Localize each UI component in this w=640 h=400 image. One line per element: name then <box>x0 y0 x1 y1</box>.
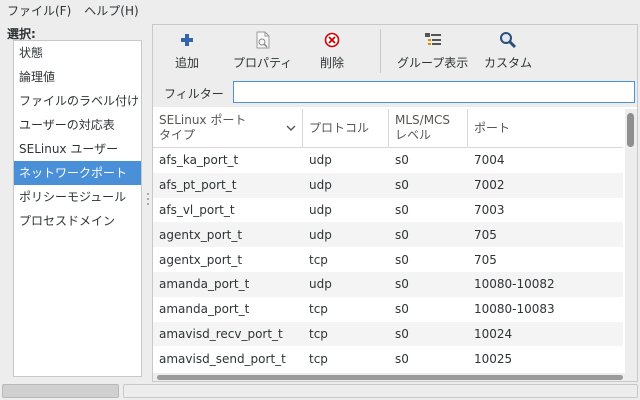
cell-protocol: udp <box>309 277 332 292</box>
table-row[interactable]: afs_vl_port_t udp s0 7003 <box>153 198 623 223</box>
cell-port: 705 <box>474 252 497 267</box>
sidebar-item-process-domain[interactable]: プロセスドメイン <box>14 209 141 233</box>
table-row[interactable]: afs_pt_port_t udp s0 7002 <box>153 172 623 198</box>
cell-port: 705 <box>474 227 497 242</box>
properties-button-label: プロパティ <box>233 56 293 70</box>
cell-port: 10080-10083 <box>474 302 555 317</box>
plus-icon <box>177 29 197 51</box>
add-button-label: 追加 <box>175 56 200 70</box>
cell-mls: s0 <box>395 178 409 193</box>
vertical-scrollbar[interactable] <box>625 109 637 373</box>
cell-protocol: tcp <box>309 302 328 317</box>
column-header-port-label: ポート <box>474 120 511 135</box>
table-row[interactable]: amavisd_recv_port_t tcp s0 10024 <box>153 321 623 347</box>
column-header-type-line1: SELinux ポート <box>159 113 247 127</box>
cell-port: 10080-10082 <box>474 277 555 292</box>
table-row[interactable]: agentx_port_t udp s0 705 <box>153 222 623 248</box>
cell-mls: s0 <box>395 351 409 366</box>
magnifier-icon <box>498 29 518 51</box>
toolbar: 追加 プロパティ 削除 グループ表示 カスタム <box>153 25 637 77</box>
cell-type: afs_vl_port_t <box>159 202 235 217</box>
cell-port: 7004 <box>474 153 505 168</box>
cell-type: afs_ka_port_t <box>159 153 239 168</box>
group-view-button[interactable]: グループ表示 <box>397 29 468 73</box>
cell-type: amanda_port_t <box>159 277 250 292</box>
cell-port: 10025 <box>474 351 513 366</box>
table-row[interactable]: amanda_port_t udp s0 10080-10082 <box>153 271 623 297</box>
cell-mls: s0 <box>395 252 409 267</box>
column-header-protocol-label: プロトコル <box>309 120 370 135</box>
sidebar-item-policy-module[interactable]: ポリシーモジュール <box>14 185 141 209</box>
filter-input[interactable] <box>233 81 635 103</box>
custom-button-label: カスタム <box>484 56 533 70</box>
table-row[interactable]: agentx_port_t tcp s0 705 <box>153 247 623 272</box>
sidebar-item-file-labeling[interactable]: ファイルのラベル付け <box>14 89 141 113</box>
delete-button[interactable]: 削除 <box>320 29 344 73</box>
cell-mls: s0 <box>395 302 409 317</box>
cell-mls: s0 <box>395 153 409 168</box>
cell-protocol: udp <box>309 227 332 242</box>
toolbar-separator <box>380 29 381 73</box>
cell-type: amanda_port_t <box>159 302 250 317</box>
filter-label: フィルター <box>164 87 224 101</box>
column-header-port[interactable]: ポート <box>468 109 623 147</box>
cell-mls: s0 <box>395 326 409 341</box>
delete-button-label: 削除 <box>320 56 345 70</box>
cell-type: amavisd_recv_port_t <box>159 326 283 341</box>
menu-file[interactable]: ファイル(F) <box>0 0 77 22</box>
pane-resize-handle[interactable] <box>146 190 150 220</box>
status-bar-left <box>2 384 119 398</box>
port-table: SELinux ポート タイプ プロトコル MLS/MCS レベル ポート af… <box>153 109 637 381</box>
cell-port: 7002 <box>474 178 505 193</box>
column-header-mls[interactable]: MLS/MCS レベル <box>389 109 468 147</box>
cell-type: agentx_port_t <box>159 227 243 242</box>
horizontal-scrollbar[interactable] <box>153 373 637 381</box>
sidebar-item-booleans[interactable]: 論理値 <box>14 65 141 89</box>
cell-port: 7003 <box>474 202 505 217</box>
cell-type: afs_pt_port_t <box>159 178 237 193</box>
cell-protocol: udp <box>309 202 332 217</box>
column-header-mls-line1: MLS/MCS <box>395 113 451 127</box>
cell-protocol: udp <box>309 178 332 193</box>
table-body: afs_ka_port_t udp s0 7004 afs_pt_port_t udp s0… <box>153 148 623 371</box>
cell-type: amavisd_send_port_t <box>159 351 286 366</box>
sidebar-item-status[interactable]: 状態 <box>14 41 141 65</box>
menu-help[interactable]: ヘルプ(H) <box>77 0 144 22</box>
horizontal-scrollbar-thumb[interactable] <box>157 375 623 380</box>
table-row[interactable]: amavisd_send_port_t tcp s0 10025 <box>153 346 623 371</box>
table-row[interactable]: afs_ka_port_t udp s0 7004 <box>153 148 623 173</box>
group-list-icon <box>423 29 443 51</box>
column-header-type[interactable]: SELinux ポート タイプ <box>153 109 303 147</box>
table-header: SELinux ポート タイプ プロトコル MLS/MCS レベル ポート <box>153 109 623 148</box>
column-header-type-line2: タイプ <box>159 128 196 142</box>
cell-mls: s0 <box>395 227 409 242</box>
filter-row: フィルター <box>153 77 637 107</box>
status-bar-right <box>123 384 638 398</box>
sidebar-list: 状態 論理値 ファイルのラベル付け ユーザーの対応表 SELinux ユーザー … <box>13 40 142 377</box>
properties-icon <box>253 29 273 51</box>
cell-protocol: tcp <box>309 326 328 341</box>
menubar: ファイル(F) ヘルプ(H) <box>0 0 640 22</box>
group-view-button-label: グループ表示 <box>397 56 469 70</box>
add-button[interactable]: 追加 <box>175 29 199 73</box>
cell-protocol: tcp <box>309 351 328 366</box>
properties-button[interactable]: プロパティ <box>233 29 292 73</box>
custom-button[interactable]: カスタム <box>484 29 532 73</box>
cell-protocol: udp <box>309 153 332 168</box>
sidebar-item-selinux-user[interactable]: SELinux ユーザー <box>14 137 141 161</box>
sidebar-item-user-mapping[interactable]: ユーザーの対応表 <box>14 113 141 137</box>
cell-port: 10024 <box>474 326 513 341</box>
delete-circle-icon <box>322 29 342 51</box>
chevron-down-icon <box>286 121 296 136</box>
cell-type: agentx_port_t <box>159 252 243 267</box>
cell-protocol: tcp <box>309 252 328 267</box>
main-pane: 追加 プロパティ 削除 グループ表示 カスタム フィルター SELinux ポー… <box>152 24 638 382</box>
column-header-mls-line2: レベル <box>395 128 432 142</box>
cell-mls: s0 <box>395 277 409 292</box>
sidebar-item-network-port[interactable]: ネットワークポート <box>14 161 141 185</box>
column-header-protocol[interactable]: プロトコル <box>303 109 389 147</box>
vertical-scrollbar-thumb[interactable] <box>627 113 634 147</box>
table-row[interactable]: amanda_port_t tcp s0 10080-10083 <box>153 297 623 322</box>
cell-mls: s0 <box>395 202 409 217</box>
